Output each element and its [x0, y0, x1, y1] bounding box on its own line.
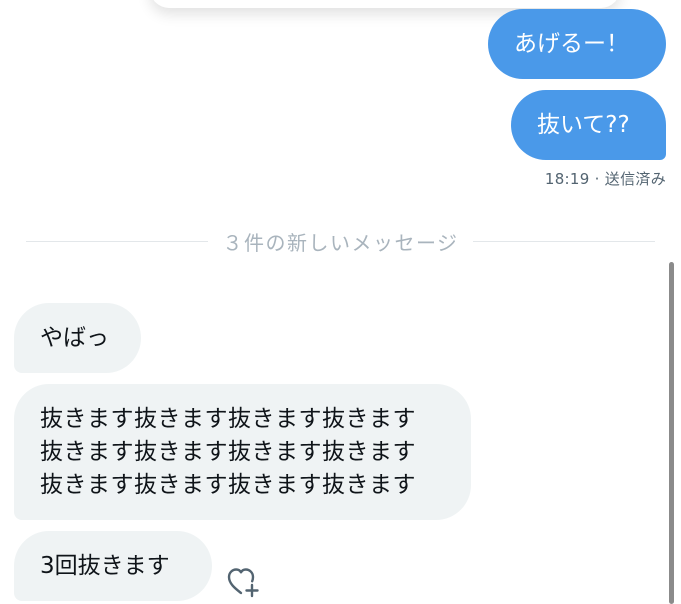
received-message-bubble[interactable]: やばっ: [14, 303, 141, 373]
divider-line: [472, 240, 656, 242]
sent-message-bubble[interactable]: あげるー！: [488, 9, 666, 79]
scrollbar[interactable]: [669, 262, 674, 604]
heart-plus-icon[interactable]: [226, 566, 262, 598]
received-message-bubble[interactable]: 3回抜きます: [14, 531, 212, 601]
new-messages-label: ３件の新しいメッセージ: [222, 230, 459, 255]
message-text: 抜きます抜きます抜きます抜きます 抜きます抜きます抜きます抜きます 抜きます抜き…: [40, 405, 416, 498]
divider-line: [26, 240, 209, 242]
sent-message-bubble[interactable]: 抜いて??: [511, 90, 666, 160]
message-text: あげるー！: [514, 30, 629, 57]
message-text: 抜いて??: [537, 111, 630, 138]
previous-content-edge: [150, 0, 620, 8]
message-text: 3回抜きます: [40, 552, 170, 579]
received-message-bubble[interactable]: 抜きます抜きます抜きます抜きます 抜きます抜きます抜きます抜きます 抜きます抜き…: [14, 384, 471, 520]
message-timestamp-status: 18:19 · 送信済み: [544, 170, 666, 188]
new-messages-divider: ３件の新しいメッセージ: [26, 226, 656, 256]
message-text: やばっ: [40, 324, 109, 351]
